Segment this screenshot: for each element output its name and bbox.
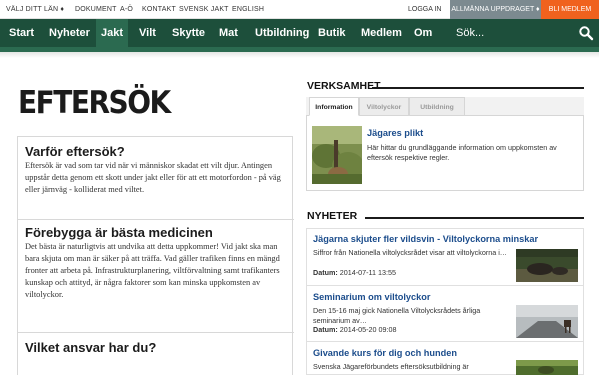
news-title-link[interactable]: Givande kurs för dig och hunden [313,348,457,358]
nav-item-om[interactable]: Om [414,19,432,47]
news-thumbnail-vildsvin[interactable] [516,249,578,282]
news-thumbnail-kurs[interactable] [516,360,578,375]
nyheter-heading: NYHETER [307,210,358,222]
nyheter-rule [365,217,584,219]
news-date: Datum: 2014-07-11 13:55 [313,268,396,277]
news-title-link[interactable]: Seminarium om viltolyckor [313,292,430,302]
tab-information[interactable]: Information [309,97,359,116]
section-text-varfor: Eftersök är vad som tar vid när vi männi… [25,161,281,194]
nav-item-start[interactable]: Start [9,19,34,47]
section-text-forebygga: Det bästa är naturligtvis att undvika at… [25,242,280,299]
news-thumbnail-seminarium[interactable] [516,305,578,338]
top-link-dokument[interactable]: DOKUMENT [75,0,117,19]
page-title: EFTERSÖK [18,83,171,121]
jagares-plikt-thumbnail[interactable] [312,126,364,184]
news-date: Datum: 2014-05-20 09:08 [313,325,397,334]
news-excerpt: Svenska Jägareförbundets eftersöksutbild… [313,362,469,371]
jagares-plikt-link[interactable]: Jägares plikt [367,128,423,138]
tab-utbildning[interactable]: Utbildning [409,97,465,116]
top-link-kontakt[interactable]: KONTAKT [142,0,176,19]
top-link-a-o[interactable]: A-Ö [120,0,133,19]
tab-viltolyckor[interactable]: Viltolyckor [359,97,409,116]
login-link[interactable]: LOGGA IN [408,0,441,19]
section-divider [18,219,294,220]
nav-item-utbildning[interactable]: Utbildning [255,19,309,47]
nav-item-jakt[interactable]: Jakt [96,19,128,47]
verksamhet-rule [372,87,584,89]
search-input[interactable]: Sök... [456,19,484,47]
nav-item-mat[interactable]: Mat [219,19,238,47]
top-utility-bar: VÄLJ DITT LÄN ♦ DOKUMENT A-Ö KONTAKT SVE… [0,0,599,19]
top-link-english[interactable]: ENGLISH [232,0,264,19]
nav-shadow [0,52,599,58]
nav-item-nyheter[interactable]: Nyheter [49,19,90,47]
nav-item-skytte[interactable]: Skytte [172,19,205,47]
section-heading-ansvar: Vilket ansvar har du? [25,340,157,355]
section-heading-forebygga: Förebygga är bästa medicinen [25,225,213,240]
allmanna-uppdraget-button[interactable]: ALLMÄNNA UPPDRAGET ♦ [450,0,541,19]
top-link-valj-lan[interactable]: VÄLJ DITT LÄN ♦ [6,0,64,19]
section-divider [18,332,294,333]
news-title-link[interactable]: Jägarna skjuter fler vildsvin - Viltolyc… [313,234,579,244]
content-box: Varför eftersök? Eftersök är vad som tar… [17,136,294,375]
bli-medlem-button[interactable]: BLI MEDLEM [541,0,599,19]
nav-item-butik[interactable]: Butik [318,19,346,47]
search-icon[interactable] [578,25,594,41]
news-excerpt: Den 15-16 maj gick Nationella Viltolycks… [313,306,481,325]
main-nav: Start Nyheter Jakt Vilt Skytte Mat Utbil… [0,19,599,47]
jagares-plikt-text: Här hittar du grundläggande information … [367,143,557,162]
verksamhet-heading: VERKSAMHET [307,80,381,92]
news-excerpt: Siffror från Nationella viltolycksrådet … [313,248,507,257]
section-heading-varfor: Varför eftersök? [25,144,125,159]
nav-item-medlem[interactable]: Medlem [361,19,402,47]
top-link-svensk-jakt[interactable]: SVENSK JAKT [179,0,229,19]
nav-item-vilt[interactable]: Vilt [139,19,156,47]
